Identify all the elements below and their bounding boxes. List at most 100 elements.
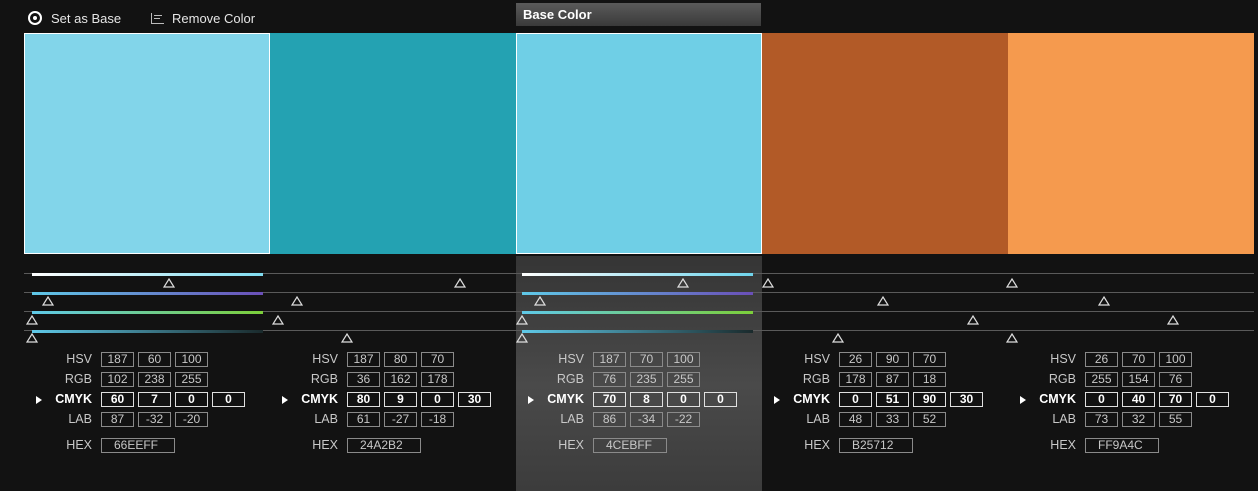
slider-handle[interactable]	[163, 278, 175, 288]
rgb-value-field[interactable]: 36	[347, 372, 380, 387]
hsv-value-field[interactable]: 60	[138, 352, 171, 367]
rgb-value-field[interactable]: 178	[421, 372, 454, 387]
rgb-value-field[interactable]: 255	[1085, 372, 1118, 387]
slider-handle[interactable]	[42, 296, 54, 306]
cmyk-value-field[interactable]: 51	[876, 392, 909, 407]
slider-handle[interactable]	[272, 315, 284, 325]
swatch-4[interactable]	[762, 33, 1008, 254]
lab-value-field[interactable]: 52	[913, 412, 946, 427]
rgb-value-field[interactable]: 87	[876, 372, 909, 387]
lab-value-field[interactable]: 86	[593, 412, 626, 427]
slider-handle[interactable]	[516, 315, 528, 325]
slider-handle[interactable]	[762, 278, 774, 288]
hsv-value-field[interactable]: 100	[1159, 352, 1192, 367]
cmyk-value-field[interactable]: 70	[1159, 392, 1192, 407]
lab-value-field[interactable]: 87	[101, 412, 134, 427]
lab-value-field[interactable]: -27	[384, 412, 417, 427]
hsv-value-field[interactable]: 70	[421, 352, 454, 367]
hsv-value-field[interactable]: 70	[1122, 352, 1155, 367]
slider-handle[interactable]	[454, 278, 466, 288]
swatch-2[interactable]	[270, 33, 516, 254]
hex-value-field[interactable]: FF9A4C	[1085, 438, 1159, 453]
cmyk-value-field[interactable]: 0	[704, 392, 737, 407]
hsv-value-field[interactable]: 187	[593, 352, 626, 367]
hex-value-field[interactable]: B25712	[839, 438, 913, 453]
slider-handle[interactable]	[1167, 315, 1179, 325]
lab-value-field[interactable]: -20	[175, 412, 208, 427]
cmyk-value-field[interactable]: 0	[1196, 392, 1229, 407]
slider-handle[interactable]	[677, 278, 689, 288]
hsv-value-field[interactable]: 70	[913, 352, 946, 367]
lab-value-field[interactable]: -22	[667, 412, 700, 427]
rgb-value-field[interactable]: 162	[384, 372, 417, 387]
swatch-3-base[interactable]	[516, 33, 762, 254]
hsv-value-field[interactable]: 100	[175, 352, 208, 367]
rgb-value-field[interactable]: 76	[593, 372, 626, 387]
rgb-label: RGB	[64, 372, 92, 386]
hsv-value-field[interactable]: 26	[1085, 352, 1118, 367]
cmyk-value-field[interactable]: 80	[347, 392, 380, 407]
slider-handle[interactable]	[967, 315, 979, 325]
cmyk-value-field[interactable]: 9	[384, 392, 417, 407]
lab-value-field[interactable]: -18	[421, 412, 454, 427]
hsv-value-field[interactable]: 80	[384, 352, 417, 367]
hsv-value-field[interactable]: 90	[876, 352, 909, 367]
hsv-value-field[interactable]: 187	[101, 352, 134, 367]
rgb-value-field[interactable]: 102	[101, 372, 134, 387]
lab-value-field[interactable]: 33	[876, 412, 909, 427]
slider-handle[interactable]	[341, 333, 353, 343]
cmyk-value-field[interactable]: 0	[421, 392, 454, 407]
base-color-tab[interactable]: Base Color	[516, 3, 761, 26]
rgb-value-field[interactable]: 235	[630, 372, 663, 387]
cmyk-value-field[interactable]: 8	[630, 392, 663, 407]
slider-handle[interactable]	[291, 296, 303, 306]
cmyk-value-field[interactable]: 0	[1085, 392, 1118, 407]
slider-handle[interactable]	[516, 333, 528, 343]
cmyk-value-field[interactable]: 0	[175, 392, 208, 407]
cmyk-value-field[interactable]: 0	[212, 392, 245, 407]
cmyk-value-field[interactable]: 7	[138, 392, 171, 407]
slider-handle[interactable]	[832, 333, 844, 343]
cmyk-value-field[interactable]: 0	[667, 392, 700, 407]
cmyk-value-field[interactable]: 0	[839, 392, 872, 407]
cmyk-value-field[interactable]: 90	[913, 392, 946, 407]
hsv-value-field[interactable]: 187	[347, 352, 380, 367]
lab-value-field[interactable]: 32	[1122, 412, 1155, 427]
active-mode-arrow-icon	[1020, 396, 1026, 404]
remove-color-button[interactable]: Remove Color	[151, 6, 255, 30]
lab-value-field[interactable]: 48	[839, 412, 872, 427]
rgb-value-field[interactable]: 76	[1159, 372, 1192, 387]
hex-value-field[interactable]: 66EEFF	[101, 438, 175, 453]
swatch-1[interactable]	[24, 33, 270, 254]
rgb-value-field[interactable]: 18	[913, 372, 946, 387]
hex-value-field[interactable]: 24A2B2	[347, 438, 421, 453]
rgb-value-field[interactable]: 238	[138, 372, 171, 387]
hsv-value-field[interactable]: 26	[839, 352, 872, 367]
swatch-5[interactable]	[1008, 33, 1254, 254]
hsv-value-field[interactable]: 100	[667, 352, 700, 367]
slider-handle[interactable]	[1006, 278, 1018, 288]
slider-handle[interactable]	[26, 315, 38, 325]
set-as-base-button[interactable]: Set as Base	[28, 6, 121, 30]
lab-value-field[interactable]: -34	[630, 412, 663, 427]
cmyk-value-field[interactable]: 60	[101, 392, 134, 407]
slider-handle[interactable]	[877, 296, 889, 306]
rgb-value-field[interactable]: 154	[1122, 372, 1155, 387]
hsv-value-field[interactable]: 70	[630, 352, 663, 367]
cmyk-value-field[interactable]: 30	[950, 392, 983, 407]
lab-value-field[interactable]: 73	[1085, 412, 1118, 427]
rgb-value-field[interactable]: 255	[667, 372, 700, 387]
slider-handle[interactable]	[1006, 333, 1018, 343]
slider-handle[interactable]	[1098, 296, 1110, 306]
rgb-value-field[interactable]: 255	[175, 372, 208, 387]
cmyk-value-field[interactable]: 70	[593, 392, 626, 407]
lab-value-field[interactable]: -32	[138, 412, 171, 427]
hex-value-field[interactable]: 4CEBFF	[593, 438, 667, 453]
lab-value-field[interactable]: 55	[1159, 412, 1192, 427]
slider-handle[interactable]	[534, 296, 546, 306]
slider-handle[interactable]	[26, 333, 38, 343]
cmyk-value-field[interactable]: 40	[1122, 392, 1155, 407]
lab-value-field[interactable]: 61	[347, 412, 380, 427]
rgb-value-field[interactable]: 178	[839, 372, 872, 387]
cmyk-value-field[interactable]: 30	[458, 392, 491, 407]
